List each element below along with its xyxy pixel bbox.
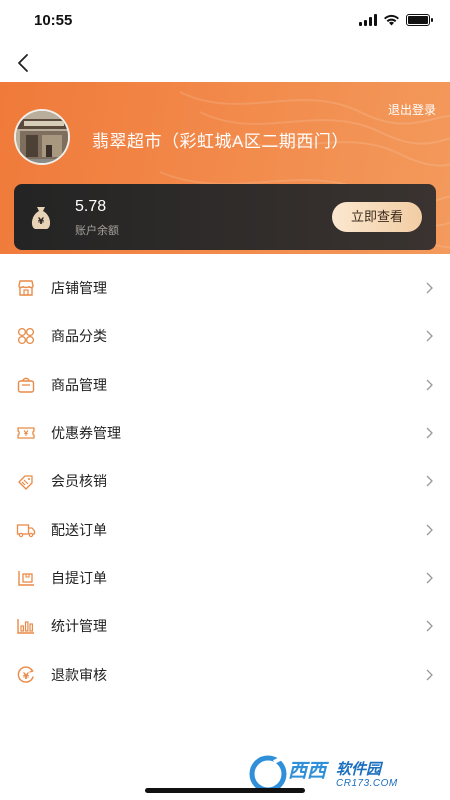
wifi-icon (384, 14, 399, 26)
category-icon (16, 326, 36, 346)
chevron-right-icon (426, 524, 433, 536)
status-time: 10:55 (34, 12, 73, 29)
chevron-right-icon (426, 669, 433, 680)
menu-item-statistics[interactable]: 统计管理 (0, 602, 450, 650)
chevron-left-icon (18, 54, 28, 72)
chevron-right-icon (426, 379, 433, 391)
menu-item-product-management[interactable]: 商品管理 (0, 361, 450, 409)
money-bag-icon: ¥ (31, 207, 51, 229)
back-button[interactable] (12, 50, 36, 76)
menu-item-delivery-orders[interactable]: 配送订单 (0, 505, 450, 553)
menu-item-member-verification[interactable]: 会员核销 (0, 457, 450, 505)
coupon-icon (16, 423, 36, 443)
chevron-right-icon (426, 620, 433, 632)
menu-item-label: 优惠券管理 (51, 425, 121, 442)
balance-card: ¥ 5.78 账户余额 立即查看 (14, 184, 436, 250)
menu-item-pickup-orders[interactable]: 自提订单 (0, 554, 450, 602)
management-menu: 店铺管理 商品分类 商品管理 优惠券管理 会员核销 配送订单 自提订单 统计管理… (0, 264, 450, 699)
refund-icon: ¥ (16, 665, 36, 685)
home-indicator (145, 788, 305, 793)
chevron-right-icon (426, 427, 433, 439)
bar-chart-icon (16, 616, 36, 636)
menu-item-store-management[interactable]: 店铺管理 (0, 264, 450, 312)
store-icon (16, 278, 36, 298)
menu-item-label: 会员核销 (51, 473, 107, 490)
menu-item-label: 配送订单 (51, 521, 107, 538)
chevron-right-icon (426, 475, 433, 487)
pickup-icon (16, 568, 36, 588)
status-icons (359, 14, 433, 26)
balance-amount: 5.78 (75, 198, 107, 215)
battery-icon (406, 14, 433, 26)
member-verify-icon (16, 471, 36, 491)
logout-button[interactable]: 退出登录 (388, 101, 436, 118)
store-avatar[interactable] (14, 109, 70, 165)
chevron-right-icon (426, 572, 433, 584)
watermark-brand: 西西 (288, 761, 327, 782)
watermark-sub: 软件园 (336, 761, 382, 778)
menu-item-label: 商品分类 (51, 328, 107, 345)
menu-item-label: 退款审核 (51, 666, 107, 683)
balance-label: 账户余额 (75, 225, 119, 237)
svg-text:¥: ¥ (38, 217, 45, 227)
menu-item-refund-review[interactable]: ¥ 退款审核 (0, 650, 450, 698)
goods-icon (16, 375, 36, 395)
signal-icon (359, 14, 377, 26)
status-bar: 10:55 (0, 0, 450, 44)
menu-item-label: 商品管理 (51, 376, 107, 393)
menu-item-product-category[interactable]: 商品分类 (0, 312, 450, 360)
menu-item-coupon-management[interactable]: 优惠券管理 (0, 409, 450, 457)
watermark-url: CR173.COM (336, 778, 398, 789)
chevron-right-icon (426, 282, 433, 294)
menu-item-label: 自提订单 (51, 569, 107, 586)
chevron-right-icon (426, 330, 433, 342)
store-name: 翡翠超市（彩虹城A区二期西门） (92, 132, 349, 151)
menu-item-label: 店铺管理 (51, 280, 107, 297)
view-balance-button[interactable]: 立即查看 (332, 202, 422, 232)
menu-item-label: 统计管理 (51, 618, 107, 635)
svg-text:¥: ¥ (23, 672, 30, 682)
delivery-truck-icon (16, 520, 36, 540)
